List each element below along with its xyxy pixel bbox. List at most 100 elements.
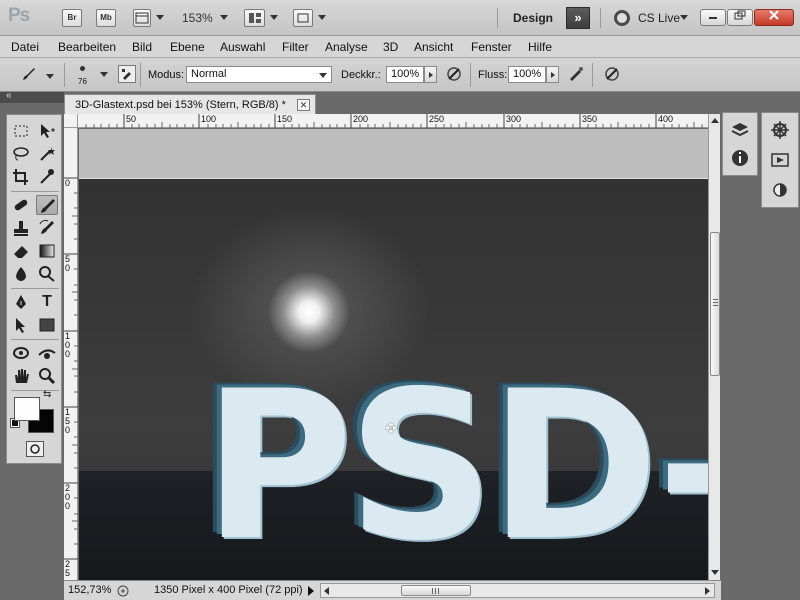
view-extras-chevron-down-icon[interactable] [156,15,164,20]
zoom-chevron-down-icon[interactable] [220,15,228,20]
magic-wand-tool[interactable] [36,144,58,164]
menu-analyse[interactable]: Analyse [325,40,368,54]
zoom-tool[interactable] [36,366,58,386]
brush-tip-icon[interactable] [80,66,85,71]
spot-healing-brush-tool[interactable] [10,195,32,215]
status-bar: 152,73% 1350 Pixel x 400 Pixel (72 ppi) [64,580,721,600]
toolbox-header[interactable]: « [0,90,64,103]
menu-ebene[interactable]: Ebene [170,40,205,54]
gradient-tool[interactable] [36,241,58,261]
screen-mode-chevron-down-icon[interactable] [318,15,326,20]
scroll-up-arrow-icon[interactable] [711,118,719,123]
mode-label: Modus: [148,69,185,81]
navigator-panel-icon[interactable] [769,119,791,141]
zoom-percentage-field[interactable]: 152,73% [68,584,112,598]
blend-mode-select[interactable]: Normal [186,66,332,83]
opacity-slider-button[interactable] [424,66,437,83]
marquee-tool[interactable] [10,121,32,141]
ruler-tick-label: 1 5 0 [65,407,71,435]
move-tool[interactable] [36,121,58,141]
tablet-pressure-opacity-icon[interactable] [445,65,463,83]
path-selection-tool[interactable] [10,315,32,335]
menu-3d[interactable]: 3D [383,40,398,54]
glass-text-psd: PSD- [203,348,708,580]
info-panel-icon[interactable] [729,147,751,169]
foreground-color-swatch-front[interactable] [14,397,40,421]
arrange-documents-icon[interactable] [244,9,265,27]
eraser-tool[interactable] [10,241,32,261]
tool-preset-chevron-down-icon[interactable] [46,74,54,79]
minimize-button[interactable] [700,9,726,26]
menu-fenster[interactable]: Fenster [471,40,512,54]
bridge-button[interactable]: Br [62,9,82,27]
lasso-tool[interactable] [10,144,32,164]
3d-rotate-tool[interactable] [10,343,32,363]
more-workspaces-button[interactable]: » [566,7,590,29]
menu-auswahl[interactable]: Auswahl [220,40,265,54]
3d-camera-tool[interactable] [36,343,58,363]
hand-tool[interactable] [10,366,32,386]
collapse-chevron-icon[interactable]: « [6,90,12,101]
menu-datei[interactable]: Datei [11,40,39,54]
rectangle-tool[interactable] [36,315,58,335]
menu-ansicht[interactable]: Ansicht [414,40,453,54]
document-status-icon[interactable] [116,584,130,598]
close-window-button[interactable] [754,9,794,26]
brush-tool[interactable] [36,195,58,215]
arrange-chevron-down-icon[interactable] [270,15,278,20]
dodge-tool[interactable] [36,264,58,284]
zoom-level-select[interactable]: 153% [182,11,213,25]
vertical-scroll-thumb[interactable] [710,232,720,376]
menu-filter[interactable]: Filter [282,40,309,54]
scroll-left-arrow-icon[interactable] [324,587,329,595]
status-menu-arrow-icon[interactable] [308,586,314,596]
cslive-icon[interactable] [614,10,630,26]
brush-picker-chevron-down-icon[interactable] [100,72,108,77]
flow-input[interactable]: 100% [508,66,546,83]
screen-mode-icon[interactable] [293,9,313,27]
view-extras-icon[interactable] [133,9,151,27]
divider [497,8,498,28]
opacity-label: Deckkr.: [341,69,381,81]
cslive-menu[interactable]: CS Live [638,11,680,25]
tablet-pressure-size-icon[interactable] [603,65,621,83]
actions-panel-icon[interactable] [769,149,791,171]
adjustments-panel-icon[interactable] [769,179,791,201]
restore-button[interactable] [727,9,753,26]
scroll-right-arrow-icon[interactable] [705,587,710,595]
star-light-glow [269,272,349,352]
horizontal-scrollbar[interactable] [320,583,715,598]
scroll-down-arrow-icon[interactable] [711,570,719,575]
clone-stamp-tool[interactable] [10,218,32,238]
crop-tool[interactable] [10,167,32,187]
blur-tool[interactable] [10,264,32,284]
swap-colors-icon[interactable]: ⇆ [43,389,51,400]
opacity-input[interactable]: 100% [386,66,424,83]
pen-tool[interactable] [10,292,32,312]
horizontal-scroll-thumb[interactable] [401,585,471,596]
document-tab[interactable]: 3D-Glastext.psd bei 153% (Stern, RGB/8) … [64,94,316,114]
layers-panel-icon[interactable] [729,119,751,141]
menu-bild[interactable]: Bild [132,40,152,54]
brush-panel-icon[interactable] [118,65,136,83]
minibridge-button[interactable]: Mb [96,9,116,27]
quick-mask-button[interactable] [26,441,44,457]
ruler-tick-label: 2 0 0 [65,483,71,511]
ruler-origin[interactable] [64,114,78,128]
airbrush-icon[interactable] [567,65,585,83]
menu-hilfe[interactable]: Hilfe [528,40,552,54]
type-tool[interactable]: T [36,292,58,312]
ruler-tick-label: 50 [126,114,137,124]
flow-slider-button[interactable] [546,66,559,83]
vertical-ruler[interactable]: 0 5 0 1 0 0 1 5 0 2 0 0 2 5 [64,128,78,580]
cslive-chevron-down-icon[interactable] [680,15,688,20]
history-brush-tool[interactable] [36,218,58,238]
workspace-design-button[interactable]: Design [513,11,553,25]
move-cursor-icon: ✥ [385,420,397,436]
brush-tool-preset-icon[interactable] [20,65,38,83]
horizontal-ruler[interactable]: 50 100 150 200 250 300 350 400 [78,114,708,128]
menu-bearbeiten[interactable]: Bearbeiten [58,40,116,54]
eyedropper-tool[interactable] [36,167,58,187]
document-canvas[interactable]: PSD- ✥ [79,129,708,580]
close-document-button[interactable]: ✕ [297,99,310,111]
